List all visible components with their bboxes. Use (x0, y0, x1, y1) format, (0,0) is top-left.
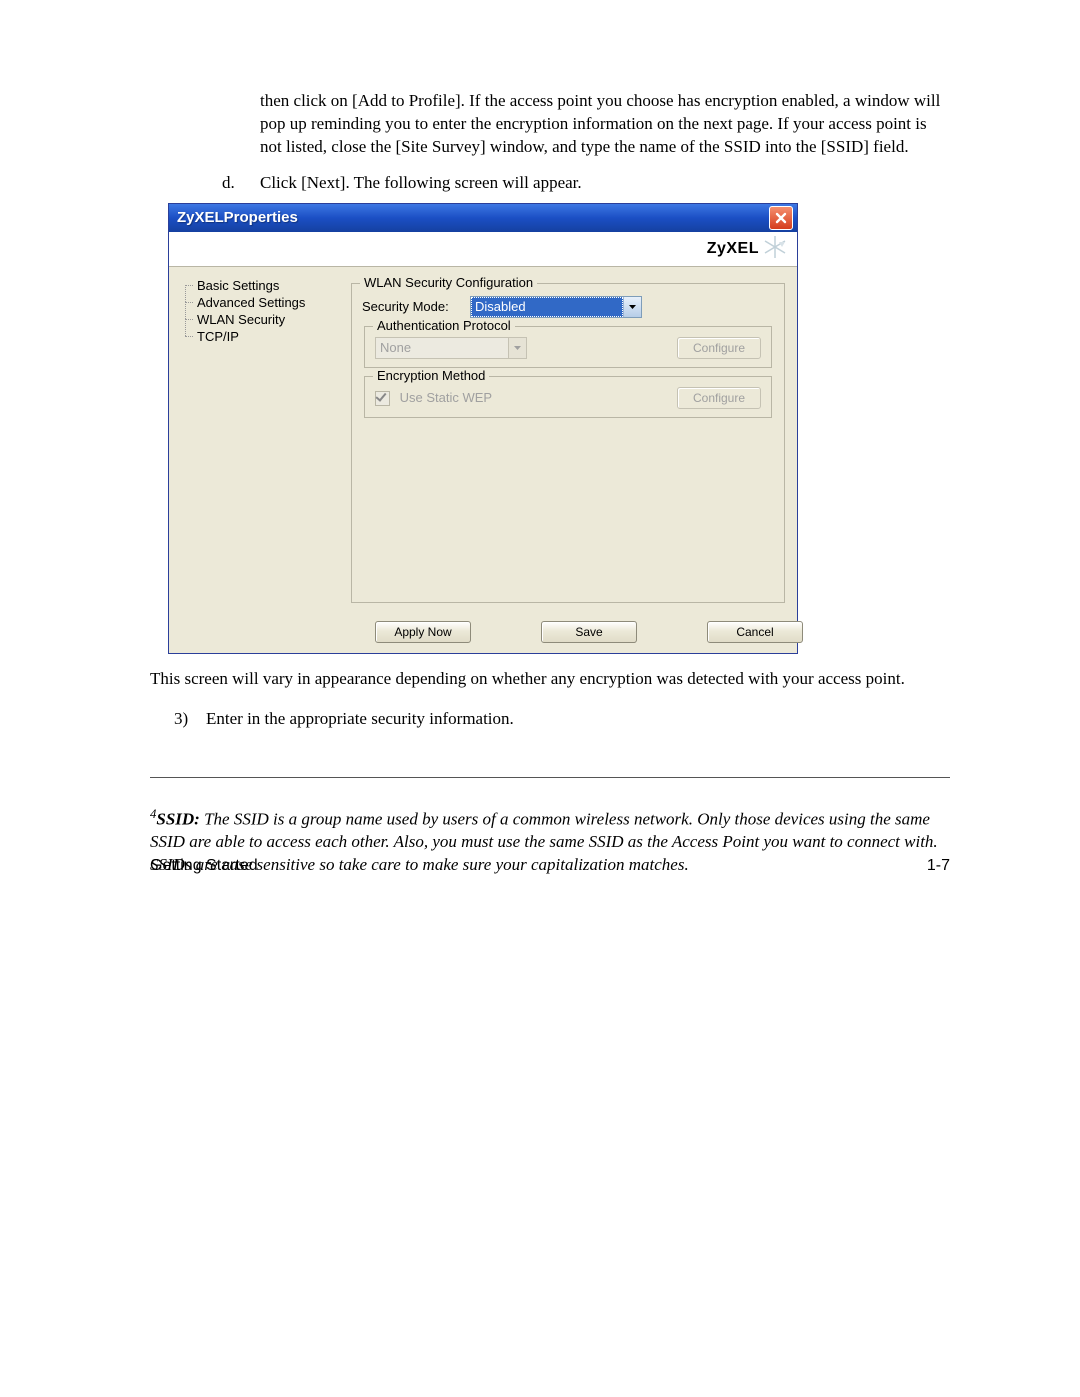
footer-page-number: 1-7 (927, 857, 950, 875)
horizontal-rule (150, 777, 950, 778)
step-text: Click [Next]. The following screen will … (260, 173, 582, 193)
configure-encryption-button: Configure (677, 387, 761, 409)
step-d: d. Click [Next]. The following screen wi… (222, 173, 950, 193)
cancel-button[interactable]: Cancel (707, 621, 803, 643)
use-static-wep-label: Use Static WEP (400, 390, 492, 405)
auth-protocol-value: None (376, 338, 508, 358)
brand-label: ZyXEL (707, 240, 759, 258)
nav-tree: Basic Settings Advanced Settings WLAN Se… (179, 275, 339, 611)
use-static-wep-row: Use Static WEP (375, 390, 492, 406)
dialog-screenshot: ZyXELProperties ZyXEL (168, 203, 950, 654)
list-marker: 3) (174, 709, 206, 729)
security-mode-row: Security Mode: Disabled (362, 296, 774, 318)
brand-logo-icon (763, 236, 787, 261)
apply-now-button[interactable]: Apply Now (375, 621, 471, 643)
group-title: Encryption Method (373, 368, 489, 383)
configure-auth-button: Configure (677, 337, 761, 359)
content-panel: WLAN Security Configuration Security Mod… (349, 275, 787, 611)
text: This screen will vary in appearance depe… (150, 668, 950, 691)
close-icon (775, 212, 787, 224)
text: then click on [Add to Profile]. If the a… (260, 90, 950, 159)
security-mode-value: Disabled (471, 297, 623, 317)
close-button[interactable] (769, 206, 793, 230)
chevron-down-icon (623, 297, 641, 317)
wlan-security-config-group: WLAN Security Configuration Security Mod… (351, 283, 785, 603)
step-3: 3) Enter in the appropriate security inf… (174, 709, 950, 729)
brand-row: ZyXEL (169, 232, 797, 267)
tree-item-wlan-security[interactable]: WLAN Security (179, 311, 339, 328)
window-title: ZyXELProperties (177, 209, 769, 226)
zyxel-properties-dialog: ZyXELProperties ZyXEL (168, 203, 798, 654)
page-footer: Getting Started 1-7 (150, 857, 950, 875)
group-title: Authentication Protocol (373, 318, 515, 333)
tree-item-basic-settings[interactable]: Basic Settings (179, 277, 339, 294)
paragraph-continuation: then click on [Add to Profile]. If the a… (260, 90, 950, 159)
tree-item-tcpip[interactable]: TCP/IP (179, 328, 339, 345)
group-title: WLAN Security Configuration (360, 275, 537, 290)
authentication-protocol-group: Authentication Protocol None Configure (364, 326, 772, 368)
list-marker: d. (222, 173, 260, 193)
chevron-down-icon (508, 338, 526, 358)
titlebar[interactable]: ZyXELProperties (169, 204, 797, 232)
encryption-method-group: Encryption Method Use Static WEP Configu… (364, 376, 772, 418)
save-button[interactable]: Save (541, 621, 637, 643)
document-page: then click on [Add to Profile]. If the a… (0, 0, 1080, 1397)
dialog-body: Basic Settings Advanced Settings WLAN Se… (169, 267, 797, 615)
footer-section-title: Getting Started (150, 857, 258, 875)
tree-item-advanced-settings[interactable]: Advanced Settings (179, 294, 339, 311)
dialog-button-row: Apply Now Save Cancel (349, 615, 797, 653)
step-text: Enter in the appropriate security inform… (206, 709, 514, 729)
use-static-wep-checkbox (375, 391, 390, 406)
auth-protocol-select: None (375, 337, 527, 359)
security-mode-label: Security Mode: (362, 299, 462, 314)
paragraph: This screen will vary in appearance depe… (150, 668, 950, 691)
security-mode-select[interactable]: Disabled (470, 296, 642, 318)
footnote-label: SSID: (156, 809, 199, 828)
